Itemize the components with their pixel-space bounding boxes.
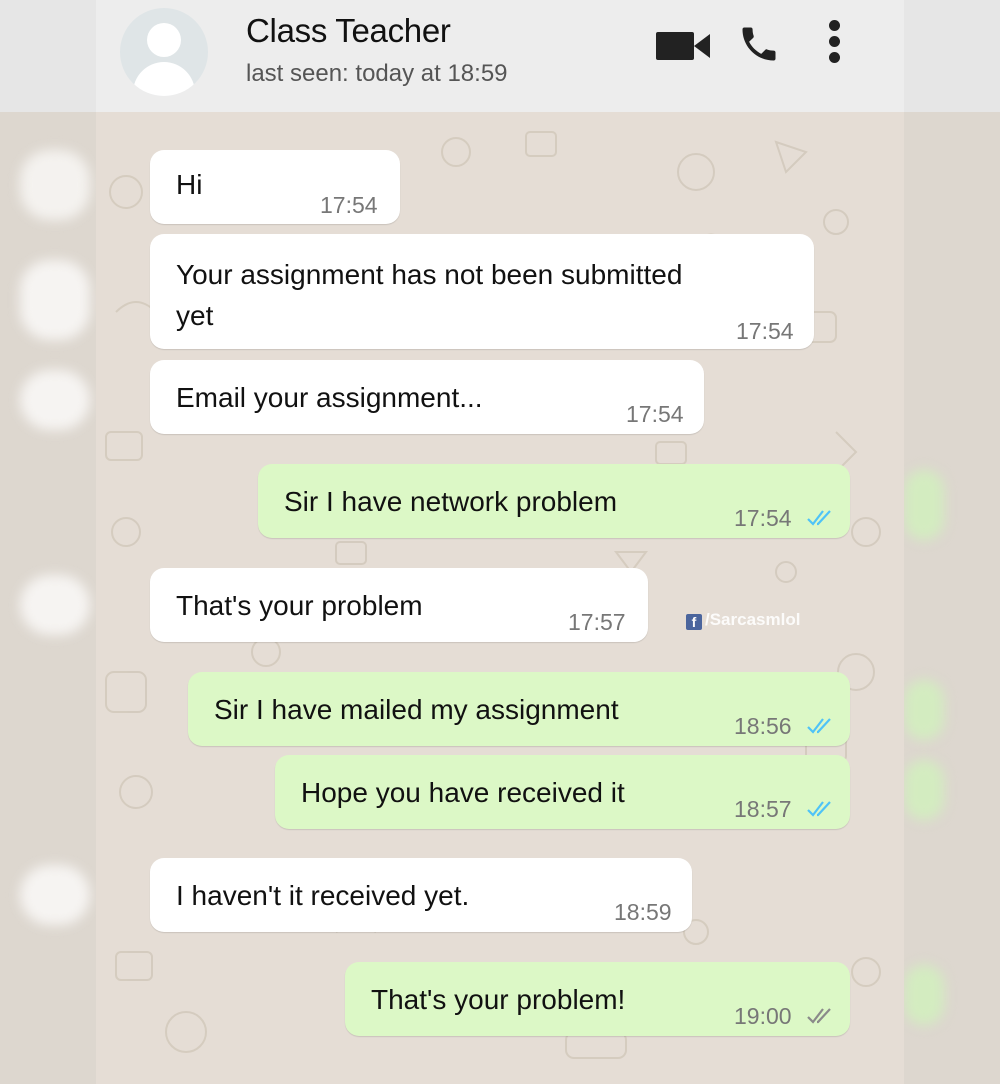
message-incoming[interactable]: Your assignment has not been submitted y… (150, 234, 814, 349)
left-header-blur (0, 0, 96, 112)
message-text: That's your problem! (371, 984, 626, 1015)
video-call-icon[interactable] (656, 26, 712, 64)
avatar-body (133, 62, 195, 96)
message-time: 18:56 (734, 713, 792, 739)
message-outgoing[interactable]: Hope you have received it 18:57 (275, 755, 850, 829)
message-text: That's your problem (176, 590, 423, 621)
message-time: 17:54 (320, 192, 378, 218)
message-time: 18:57 (734, 796, 792, 822)
right-blurred-margin (904, 0, 1000, 1084)
message-text: Email your assignment... (176, 382, 483, 413)
read-ticks-icon (807, 718, 831, 734)
avatar-head (147, 23, 181, 57)
message-time: 17:54 (736, 318, 794, 344)
avatar[interactable] (120, 8, 208, 96)
facebook-icon: f (686, 614, 702, 630)
chat-header: Class Teacher last seen: today at 18:59 (96, 0, 904, 112)
message-text: Hope you have received it (301, 777, 625, 808)
message-incoming[interactable]: Hi 17:54 (150, 150, 400, 224)
message-incoming[interactable]: Email your assignment... 17:54 (150, 360, 704, 434)
message-time: 19:00 (734, 1003, 792, 1029)
delivered-ticks-icon (807, 1008, 831, 1024)
message-time: 17:57 (568, 609, 626, 635)
message-time: 17:54 (734, 505, 792, 531)
message-text: I haven't it received yet. (176, 880, 470, 911)
message-incoming[interactable]: I haven't it received yet. 18:59 (150, 858, 692, 932)
chat-window: Class Teacher last seen: today at 18:59 (96, 0, 904, 1084)
message-time: 17:54 (626, 401, 684, 427)
message-text-line2: yet (176, 300, 214, 331)
watermark-text: /Sarcasmlol (705, 610, 801, 629)
message-list[interactable]: Hi 17:54 Your assignment has not been su… (96, 112, 904, 1084)
right-header-blur (904, 0, 1000, 112)
message-text: Your assignment has not been submitted (176, 259, 683, 290)
voice-call-icon[interactable] (737, 22, 781, 66)
message-text: Sir I have mailed my assignment (214, 694, 619, 725)
read-ticks-icon (807, 801, 831, 817)
last-seen-status: last seen: today at 18:59 (246, 60, 508, 87)
message-text: Sir I have network problem (284, 486, 618, 517)
message-text: Hi (176, 169, 203, 200)
message-outgoing[interactable]: Sir I have network problem 17:54 (258, 464, 850, 538)
message-outgoing[interactable]: Sir I have mailed my assignment 18:56 (188, 672, 850, 746)
contact-name[interactable]: Class Teacher (246, 12, 451, 50)
message-outgoing[interactable]: That's your problem! 19:00 (345, 962, 850, 1036)
left-blurred-margin (0, 0, 96, 1084)
message-incoming[interactable]: That's your problem 17:57 (150, 568, 648, 642)
message-time: 18:59 (614, 899, 672, 925)
more-options-icon[interactable] (826, 20, 842, 68)
facebook-watermark: f/Sarcasmlol (686, 610, 800, 630)
read-ticks-icon (807, 510, 831, 526)
